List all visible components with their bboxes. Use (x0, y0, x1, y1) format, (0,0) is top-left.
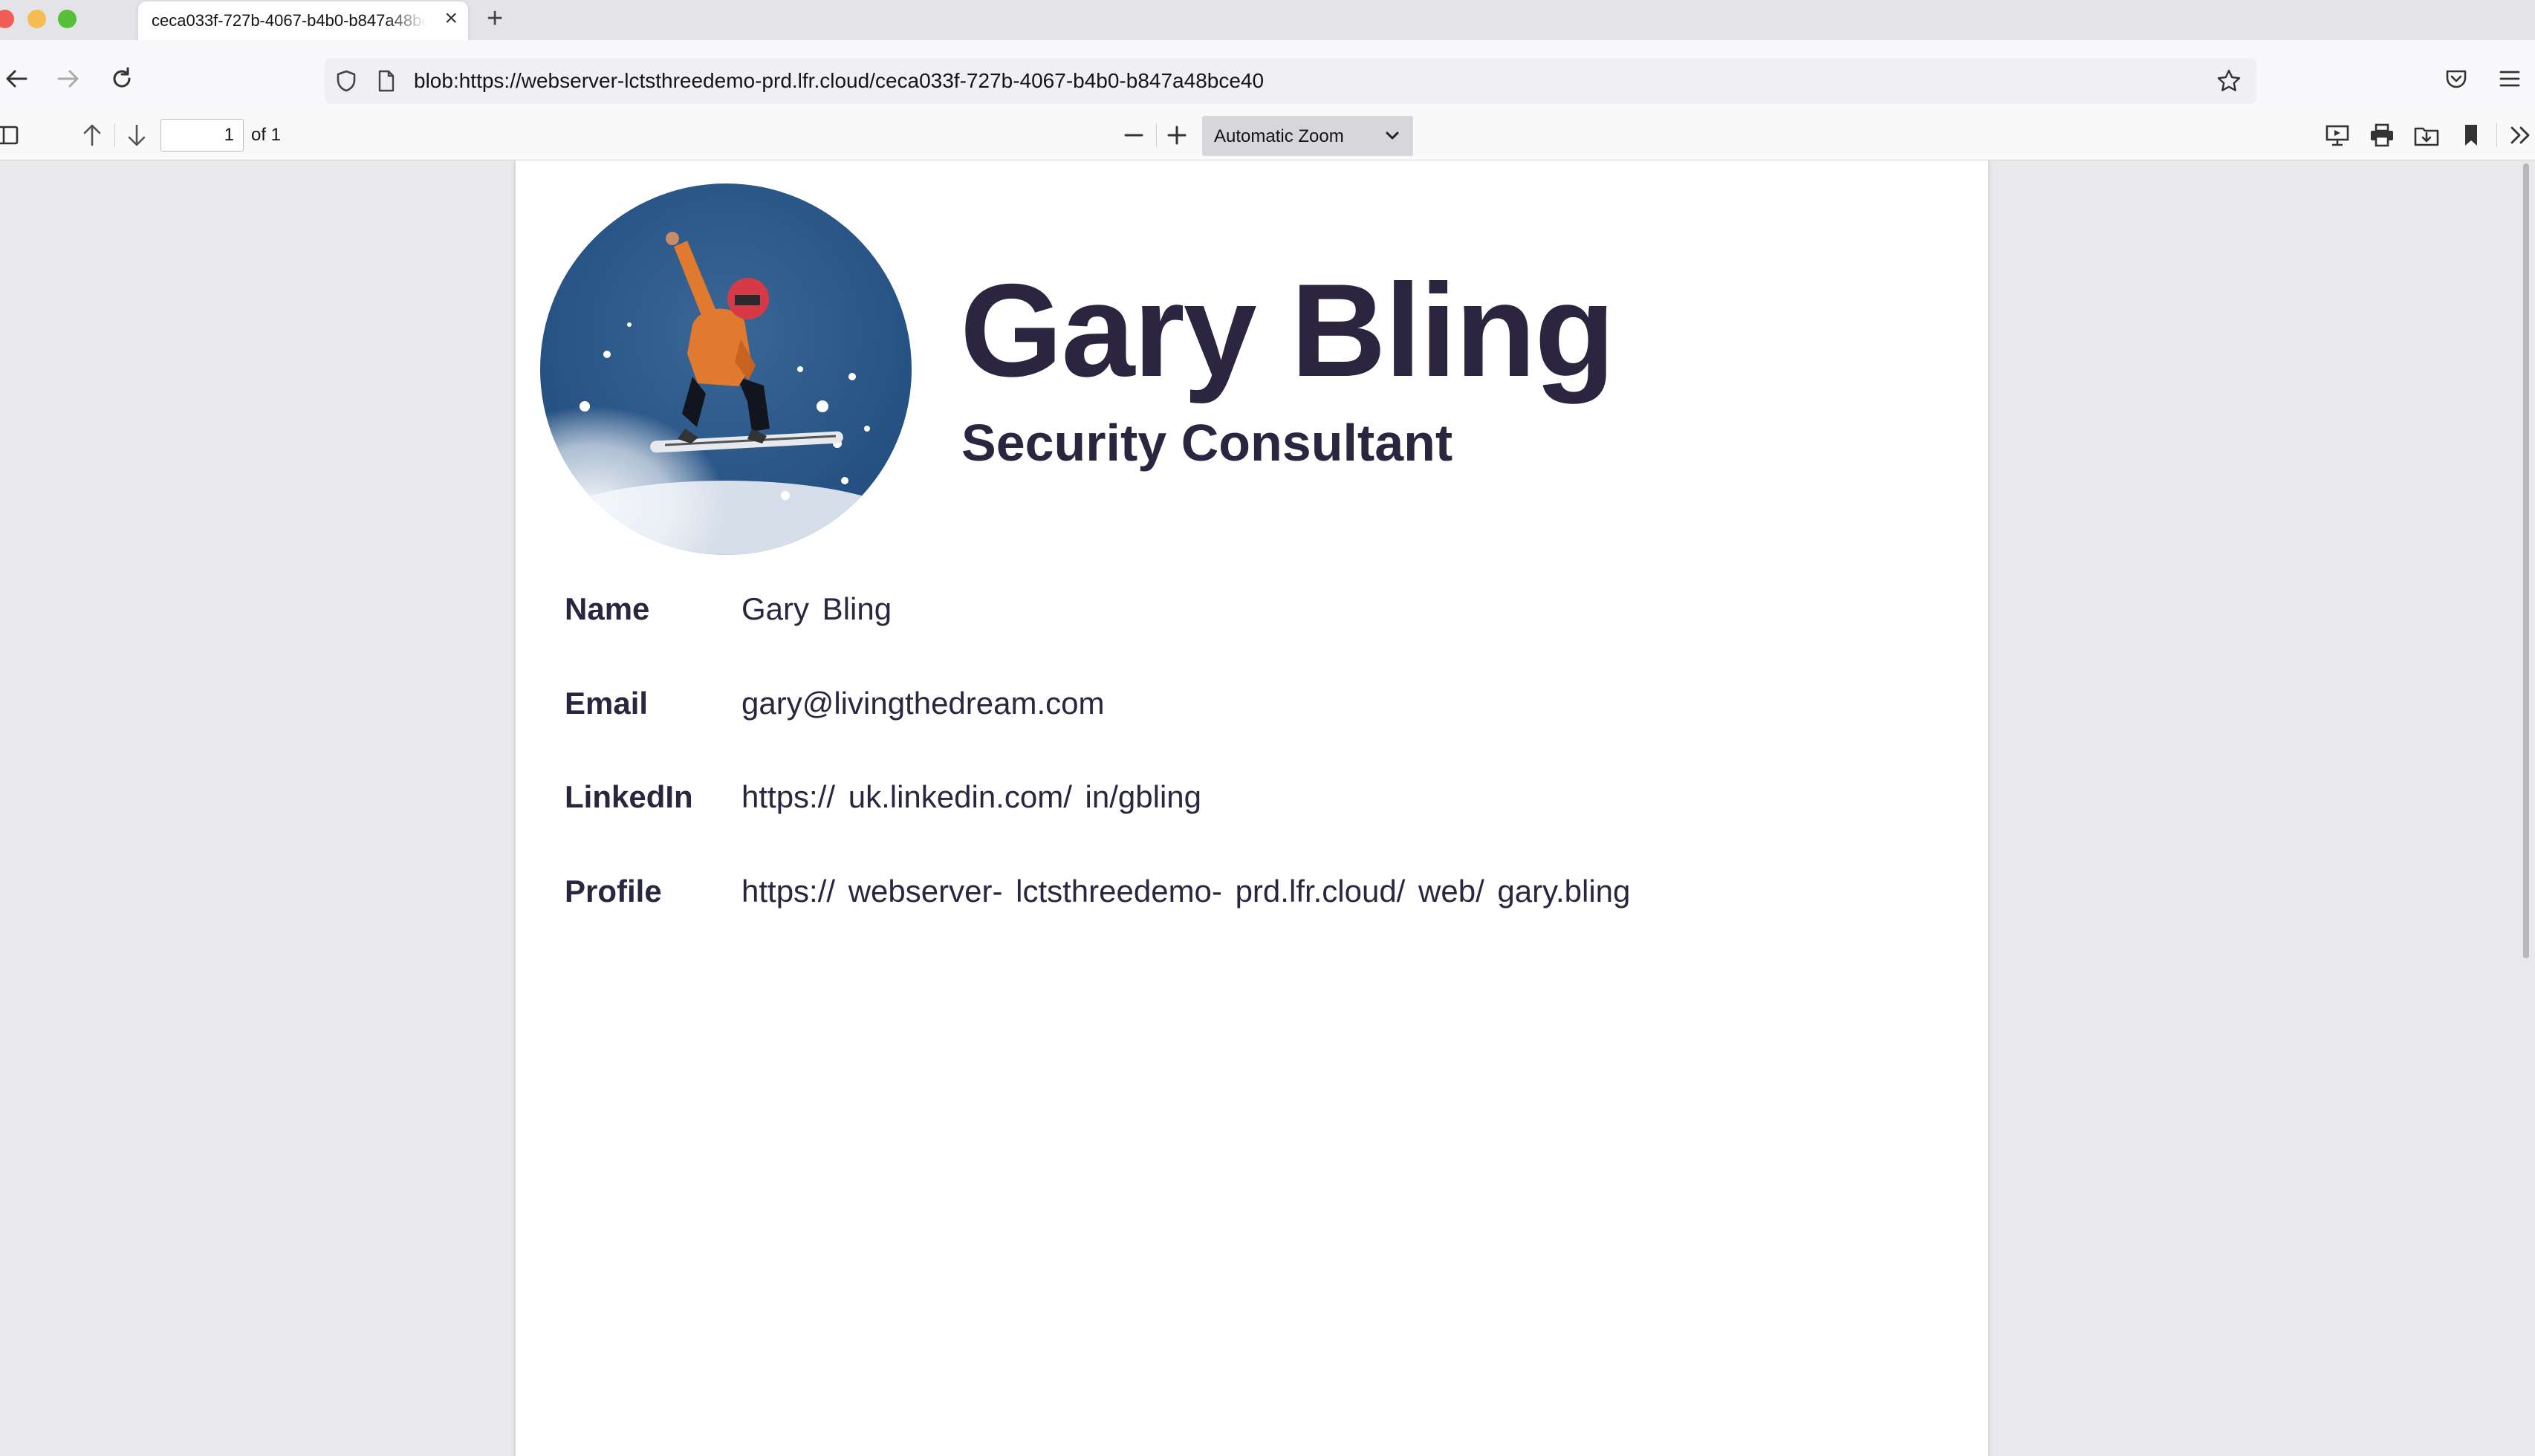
new-tab-button[interactable]: + (487, 3, 503, 35)
minimize-window-button[interactable] (27, 10, 46, 28)
bookmark-icon[interactable] (2456, 120, 2486, 150)
field-row-profile: Profile https:// webserver- lctsthreedem… (565, 874, 1902, 918)
browser-tab[interactable]: ceca033f-727b-4067-b4b0-b847a48bce40 × (138, 1, 468, 42)
chevron-down-icon (1382, 125, 1403, 149)
star-icon[interactable] (2216, 68, 2242, 94)
save-icon[interactable] (2412, 120, 2441, 150)
field-label: LinkedIn (565, 779, 693, 814)
tools-icon[interactable] (2507, 120, 2535, 150)
pdf-page: Gary Bling Security Consultant Name Gary… (516, 160, 1988, 1456)
field-value: Gary Bling (741, 591, 892, 626)
field-label: Profile (565, 874, 662, 909)
next-page-icon[interactable] (122, 120, 152, 150)
document-name-heading: Gary Bling (960, 256, 1615, 404)
pocket-icon[interactable] (2441, 64, 2471, 94)
pdf-viewer[interactable]: Gary Bling Security Consultant Name Gary… (0, 160, 2535, 1456)
field-row-linkedin: LinkedIn https:// uk.linkedin.com/ in/gb… (565, 779, 1902, 824)
field-label: Email (565, 686, 649, 721)
page-info-icon[interactable] (374, 68, 399, 94)
pdf-toolbar: of 1 Automatic Zoom (0, 110, 2535, 160)
field-row-email: Email gary@livingthedream.com (565, 686, 1902, 730)
presentation-mode-icon[interactable] (2323, 120, 2352, 150)
reload-icon[interactable] (107, 64, 137, 94)
url-text: blob:https://webserver-lctsthreedemo-prd… (414, 69, 1265, 92)
close-tab-icon[interactable]: × (444, 7, 458, 30)
field-row-name: Name Gary Bling (565, 591, 1902, 636)
close-window-button[interactable] (0, 10, 14, 28)
address-bar[interactable]: blob:https://webserver-lctsthreedemo-prd… (325, 58, 2256, 104)
back-arrow-icon[interactable] (1, 64, 31, 94)
forward-arrow-icon[interactable] (53, 64, 83, 94)
profile-photo (540, 183, 912, 555)
field-value[interactable]: https:// webserver- lctsthreedemo- prd.l… (741, 874, 1630, 909)
tab-title: ceca033f-727b-4067-b4b0-b847a48bce40 (152, 11, 426, 30)
document-role-heading: Security Consultant (961, 414, 1453, 472)
zoom-select[interactable]: Automatic Zoom (1202, 116, 1413, 156)
previous-page-icon[interactable] (77, 120, 107, 150)
maximize-window-button[interactable] (58, 10, 77, 28)
page-number-input[interactable] (160, 119, 244, 152)
tracking-protection-icon[interactable] (334, 68, 359, 94)
tab-strip: ceca033f-727b-4067-b4b0-b847a48bce40 × + (0, 0, 2535, 42)
vertical-scrollbar[interactable] (2523, 163, 2529, 958)
field-value[interactable]: gary@livingthedream.com (741, 686, 1105, 721)
hamburger-menu-icon[interactable] (2495, 64, 2525, 94)
field-value[interactable]: https:// uk.linkedin.com/ in/gbling (741, 779, 1201, 815)
print-icon[interactable] (2367, 120, 2397, 150)
sidebar-toggle-icon[interactable] (0, 120, 22, 150)
field-label: Name (565, 591, 650, 626)
zoom-label: Automatic Zoom (1214, 126, 1344, 146)
page-count-label: of 1 (251, 125, 282, 145)
zoom-out-icon[interactable] (1119, 120, 1149, 150)
zoom-in-icon[interactable] (1162, 120, 1192, 150)
